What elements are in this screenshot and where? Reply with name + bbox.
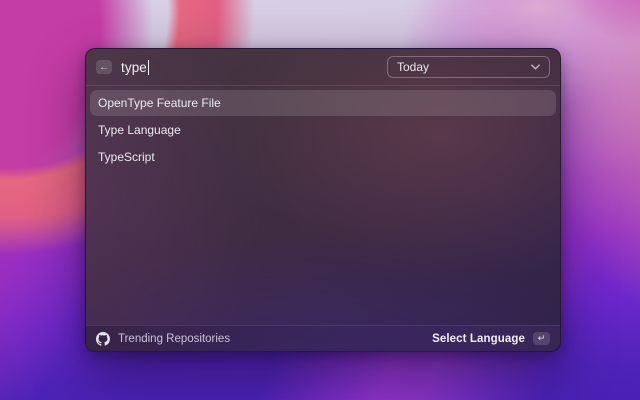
result-label: OpenType Feature File [98, 96, 221, 110]
result-row-typescript[interactable]: TypeScript [90, 144, 556, 170]
result-label: TypeScript [98, 150, 155, 164]
result-row-opentype-feature-file[interactable]: OpenType Feature File [90, 90, 556, 116]
github-icon [96, 332, 110, 346]
back-arrow-icon: ← [99, 61, 109, 74]
footer-bar: Trending Repositories Select Language ↵ [86, 325, 560, 351]
launcher-window: ← type Today OpenType Feature File Type … [85, 48, 561, 352]
chevron-down-icon [531, 64, 540, 70]
result-label: Type Language [98, 123, 181, 137]
select-language-action[interactable]: Select Language [432, 333, 525, 345]
text-caret [148, 60, 150, 75]
time-range-selected: Today [397, 60, 429, 74]
back-button[interactable]: ← [96, 60, 112, 74]
result-row-type-language[interactable]: Type Language [90, 117, 556, 143]
footer-app-title: Trending Repositories [118, 333, 230, 345]
search-bar: ← type Today [86, 49, 560, 85]
results-list: OpenType Feature File Type Language Type… [86, 86, 560, 170]
enter-key-icon[interactable]: ↵ [533, 332, 550, 345]
search-input[interactable]: type [121, 60, 149, 75]
search-input-value: type [121, 60, 147, 75]
time-range-dropdown[interactable]: Today [387, 56, 550, 78]
